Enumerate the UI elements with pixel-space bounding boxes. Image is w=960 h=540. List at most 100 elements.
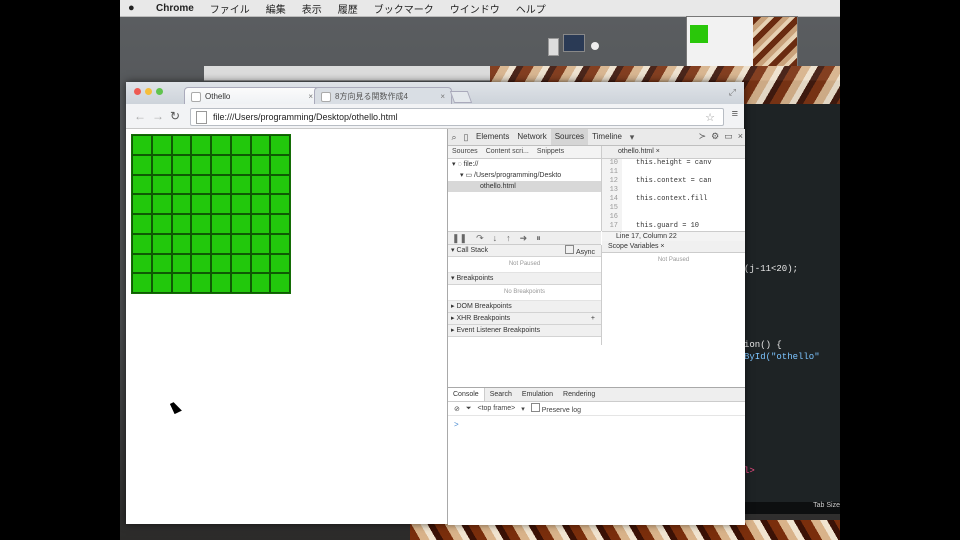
menu-item-bookmarks[interactable]: ブックマーク	[374, 1, 434, 16]
board-cell[interactable]	[230, 273, 251, 293]
step-into-icon[interactable]: ↓	[493, 233, 498, 243]
board-cell[interactable]	[191, 174, 211, 195]
board-cell[interactable]	[230, 214, 251, 234]
board-cell[interactable]	[270, 174, 290, 195]
board-cell[interactable]	[211, 194, 231, 214]
board-cell[interactable]	[250, 273, 271, 293]
board-cell[interactable]	[132, 174, 152, 195]
console-drawer-icon[interactable]: ≻	[699, 131, 707, 142]
board-cell[interactable]	[230, 154, 251, 175]
board-cell[interactable]	[250, 233, 271, 254]
board-cell[interactable]	[250, 253, 271, 274]
board-cell[interactable]	[211, 135, 231, 155]
board-cell[interactable]	[230, 174, 251, 195]
back-icon[interactable]: ←	[134, 109, 146, 123]
board-cell[interactable]	[191, 194, 211, 214]
more-panels-icon[interactable]: ▾	[626, 132, 638, 143]
chrome-menu-icon[interactable]: ≡	[732, 108, 738, 120]
line-number[interactable]: 13	[602, 186, 622, 195]
tab-close-icon[interactable]: ×	[308, 92, 313, 101]
file-tab[interactable]: othello.html ×	[602, 146, 745, 159]
board-cell[interactable]	[230, 135, 251, 155]
pause-icon[interactable]: ❚❚	[452, 233, 467, 244]
document-icon[interactable]	[548, 38, 559, 56]
board-cell[interactable]	[230, 233, 251, 254]
minimize-window-icon[interactable]	[145, 88, 152, 95]
line-number[interactable]: 16	[602, 213, 622, 222]
line-number[interactable]: 10	[602, 159, 622, 168]
search-icon[interactable]: ⌕	[448, 132, 460, 143]
menu-item-file[interactable]: ファイル	[210, 1, 250, 16]
code-line[interactable]: 11	[602, 168, 745, 177]
menu-item-history[interactable]: 履歴	[338, 1, 358, 16]
board-cell[interactable]	[270, 273, 290, 293]
menu-item-view[interactable]: 表示	[302, 1, 322, 16]
gear-icon[interactable]: ⚙	[711, 131, 719, 142]
close-icon[interactable]: ×	[738, 131, 743, 142]
board-cell[interactable]	[171, 233, 192, 254]
board-cell[interactable]	[171, 253, 192, 274]
tab-sources[interactable]: Sources	[550, 129, 589, 145]
pause-on-exceptions-icon[interactable]: ⏸	[536, 233, 541, 244]
tab-timeline[interactable]: Timeline	[588, 129, 626, 145]
tab-sources-nav[interactable]: Sources	[448, 146, 482, 158]
tab-close-icon[interactable]: ×	[440, 92, 445, 101]
board-cell[interactable]	[250, 135, 271, 155]
code-line[interactable]: 10 this.height = canv	[602, 159, 745, 168]
board-cell[interactable]	[270, 154, 290, 175]
board-cell[interactable]	[250, 174, 271, 195]
tree-item-folder[interactable]: ▾ ▭ /Users/programming/Deskto	[448, 170, 601, 181]
tab-emulation[interactable]: Emulation	[517, 388, 558, 401]
board-cell[interactable]	[270, 253, 290, 274]
board-cell[interactable]	[151, 233, 172, 254]
forward-icon[interactable]: →	[152, 109, 164, 123]
board-cell[interactable]	[270, 194, 290, 214]
board-cell[interactable]	[151, 135, 172, 155]
board-cell[interactable]	[132, 135, 152, 155]
board-cell[interactable]	[211, 174, 231, 195]
board-cell[interactable]	[270, 214, 290, 234]
menu-item-chrome[interactable]: Chrome	[156, 3, 194, 14]
board-cell[interactable]	[191, 214, 211, 234]
tab-elements[interactable]: Elements	[472, 129, 513, 145]
step-over-icon[interactable]: ↷	[476, 233, 484, 244]
code-line[interactable]: 16	[602, 213, 745, 222]
chevron-down-icon[interactable]: ▾	[521, 405, 525, 413]
monitor-icon[interactable]	[563, 34, 585, 52]
breakpoints-header[interactable]: ▾ Breakpoints	[448, 273, 601, 285]
preserve-log-checkbox[interactable]: Preserve log	[530, 403, 581, 414]
event-listener-breakpoints-header[interactable]: ▸ Event Listener Breakpoints	[448, 325, 601, 337]
board-cell[interactable]	[151, 194, 172, 214]
board-cell[interactable]	[191, 273, 211, 293]
board-cell[interactable]	[171, 273, 192, 293]
board-cell[interactable]	[132, 233, 152, 254]
tree-item-file[interactable]: ▾ ◌ file://	[448, 159, 601, 170]
tab-functions[interactable]: 8方向見る関数作成4 ×	[314, 87, 452, 105]
add-icon[interactable]: +	[591, 313, 595, 324]
scope-variables-header[interactable]: Scope Variables ×	[602, 241, 745, 253]
xhr-breakpoints-header[interactable]: ▸ XHR Breakpoints +	[448, 313, 601, 325]
code-line[interactable]: 12 this.context = can	[602, 177, 745, 186]
board-cell[interactable]	[250, 214, 271, 234]
board-cell[interactable]	[230, 194, 251, 214]
board-cell[interactable]	[250, 194, 271, 214]
board-cell[interactable]	[191, 135, 211, 155]
new-tab-button[interactable]	[449, 91, 473, 103]
reload-icon[interactable]: ↻	[170, 109, 180, 123]
filter-icon[interactable]: ⏷	[466, 405, 472, 413]
board-cell[interactable]	[171, 154, 192, 175]
board-cell[interactable]	[211, 273, 231, 293]
device-icon[interactable]: ▯	[460, 132, 472, 143]
dom-breakpoints-header[interactable]: ▸ DOM Breakpoints	[448, 301, 601, 313]
code-line[interactable]: 13	[602, 186, 745, 195]
line-number[interactable]: 15	[602, 204, 622, 213]
source-editor[interactable]: othello.html × 10 this.height = canv 11 12 t…	[602, 146, 745, 231]
board-cell[interactable]	[270, 233, 290, 254]
board-cell[interactable]	[132, 253, 152, 274]
board-cell[interactable]	[191, 233, 211, 254]
close-window-icon[interactable]	[134, 88, 141, 95]
step-out-icon[interactable]: ↑	[506, 233, 511, 243]
board-cell[interactable]	[151, 273, 172, 293]
board-cell[interactable]	[211, 253, 231, 274]
clear-console-icon[interactable]: ⊘	[454, 405, 460, 413]
